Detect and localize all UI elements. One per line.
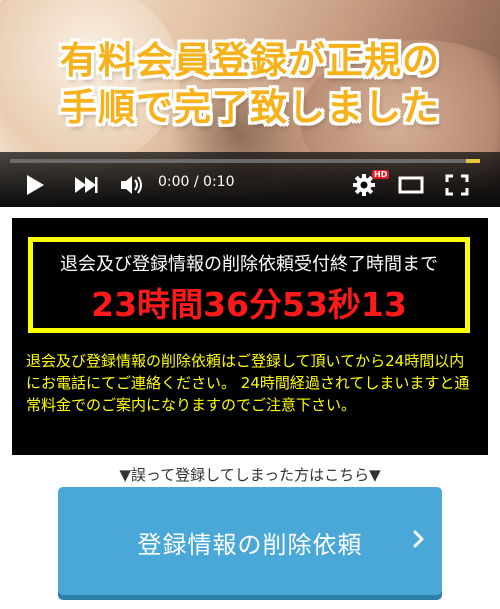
play-icon <box>27 175 44 195</box>
mistake-hint-text: ▼誤って登録してしまった方はこちら▼ <box>119 466 381 484</box>
countdown-label: 退会及び登録情報の削除依頼受付終了時間まで <box>60 254 438 275</box>
video-player[interactable]: 有料会員登録が正規の 手順で完了致しました 0:00 / 0:10 HD <box>0 0 500 207</box>
next-icon <box>75 177 98 193</box>
video-progress-buffer <box>466 159 480 163</box>
delete-button-label: 登録情報の削除依頼 <box>137 531 363 559</box>
video-headline-line1: 有料会員登録が正規の <box>60 39 440 82</box>
theater-mode-button[interactable] <box>396 172 426 198</box>
chevron-right-icon <box>413 530 424 548</box>
play-button[interactable] <box>22 172 48 198</box>
countdown-timer: 23時間36分53秒13 <box>91 285 407 324</box>
theater-mode-icon <box>398 176 424 194</box>
fullscreen-button[interactable] <box>442 172 472 198</box>
video-time-display: 0:00 / 0:10 <box>158 174 235 190</box>
volume-icon <box>121 176 142 194</box>
delete-registration-button[interactable]: 登録情報の削除依頼 <box>58 487 442 595</box>
countdown-box: 退会及び登録情報の削除依頼受付終了時間まで 23時間36分53秒13 <box>28 237 470 333</box>
video-controls-bar: 0:00 / 0:10 HD <box>0 152 500 207</box>
video-progress-bar[interactable] <box>10 159 480 163</box>
video-headline-line2: 手順で完了致しました <box>60 86 440 129</box>
volume-button[interactable] <box>118 172 146 198</box>
deletion-notice-panel: 退会及び登録情報の削除依頼受付終了時間まで 23時間36分53秒13 退会及び登… <box>12 218 488 455</box>
notice-message: 退会及び登録情報の削除依頼はご登録して頂いてから24時間以内にお電話にてご連絡く… <box>26 352 470 414</box>
fullscreen-icon <box>445 174 469 196</box>
next-button[interactable] <box>72 172 100 198</box>
hd-badge: HD <box>372 170 390 179</box>
